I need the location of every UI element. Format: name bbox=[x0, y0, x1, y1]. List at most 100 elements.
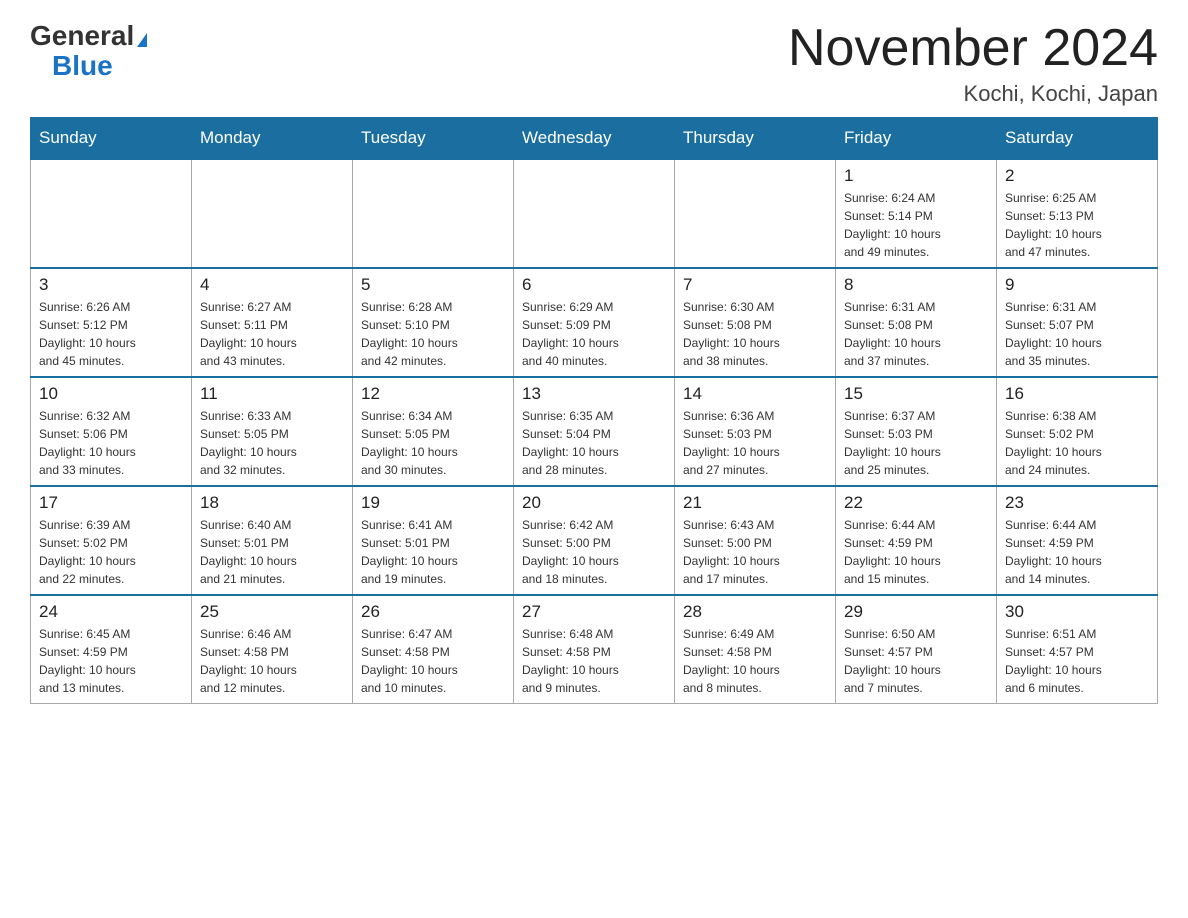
calendar-cell bbox=[192, 159, 353, 268]
calendar-cell: 20Sunrise: 6:42 AM Sunset: 5:00 PM Dayli… bbox=[514, 486, 675, 595]
calendar-table: SundayMondayTuesdayWednesdayThursdayFrid… bbox=[30, 117, 1158, 704]
day-info: Sunrise: 6:40 AM Sunset: 5:01 PM Dayligh… bbox=[200, 516, 344, 588]
calendar-week-row: 24 Sunrise: 6:45 AM Sunset: 4:59 PM Dayli… bbox=[31, 595, 1158, 704]
day-info: Sunrise: 6:26 AM Sunset: 5:12 PM Dayligh… bbox=[39, 298, 183, 370]
calendar-header-sunday: Sunday bbox=[31, 118, 192, 160]
day-info: Sunrise: 6:39 AM Sunset: 5:02 PM Dayligh… bbox=[39, 516, 183, 588]
day-info: Sunrise: 6:30 AM Sunset: 5:08 PM Dayligh… bbox=[683, 298, 827, 370]
calendar-cell bbox=[514, 159, 675, 268]
calendar-cell: 29 Sunrise: 6:50 AM Sunset: 4:57 PM Dayli… bbox=[836, 595, 997, 704]
day-number: 6 bbox=[522, 275, 666, 295]
calendar-cell: 15 Sunrise: 6:37 AM Sunset: 5:03 PM Dayli… bbox=[836, 377, 997, 486]
day-info: Sunrise: 6:24 AM Sunset: 5:14 PM Dayligh… bbox=[844, 189, 988, 261]
day-number: 20 bbox=[522, 493, 666, 513]
day-number: 9 bbox=[1005, 275, 1149, 295]
day-number: 2 bbox=[1005, 166, 1149, 186]
day-number: 29 bbox=[844, 602, 988, 622]
calendar-cell: 26 Sunrise: 6:47 AM Sunset: 4:58 PM Dayli… bbox=[353, 595, 514, 704]
logo-blue-row: Blue bbox=[30, 50, 113, 82]
calendar-cell: 19Sunrise: 6:41 AM Sunset: 5:01 PM Dayli… bbox=[353, 486, 514, 595]
day-info: Sunrise: 6:29 AM Sunset: 5:09 PM Dayligh… bbox=[522, 298, 666, 370]
calendar-cell: 27 Sunrise: 6:48 AM Sunset: 4:58 PM Dayli… bbox=[514, 595, 675, 704]
calendar-week-row: 3 Sunrise: 6:26 AM Sunset: 5:12 PM Daylig… bbox=[31, 268, 1158, 377]
calendar-cell: 12 Sunrise: 6:34 AM Sunset: 5:05 PM Dayli… bbox=[353, 377, 514, 486]
day-number: 18 bbox=[200, 493, 344, 513]
title-section: November 2024 Kochi, Kochi, Japan bbox=[788, 20, 1158, 107]
calendar-week-row: 17 Sunrise: 6:39 AM Sunset: 5:02 PM Dayli… bbox=[31, 486, 1158, 595]
calendar-cell: 10 Sunrise: 6:32 AM Sunset: 5:06 PM Dayli… bbox=[31, 377, 192, 486]
calendar-header-saturday: Saturday bbox=[997, 118, 1158, 160]
calendar-header-wednesday: Wednesday bbox=[514, 118, 675, 160]
calendar-cell bbox=[31, 159, 192, 268]
calendar-cell: 17 Sunrise: 6:39 AM Sunset: 5:02 PM Dayli… bbox=[31, 486, 192, 595]
day-number: 7 bbox=[683, 275, 827, 295]
day-info: Sunrise: 6:51 AM Sunset: 4:57 PM Dayligh… bbox=[1005, 625, 1149, 697]
page-header: General Blue November 2024 Kochi, Kochi,… bbox=[30, 20, 1158, 107]
day-info: Sunrise: 6:44 AM Sunset: 4:59 PM Dayligh… bbox=[844, 516, 988, 588]
calendar-cell: 13Sunrise: 6:35 AM Sunset: 5:04 PM Dayli… bbox=[514, 377, 675, 486]
day-info: Sunrise: 6:37 AM Sunset: 5:03 PM Dayligh… bbox=[844, 407, 988, 479]
day-info: Sunrise: 6:31 AM Sunset: 5:08 PM Dayligh… bbox=[844, 298, 988, 370]
day-number: 12 bbox=[361, 384, 505, 404]
day-number: 21 bbox=[683, 493, 827, 513]
calendar-cell: 7 Sunrise: 6:30 AM Sunset: 5:08 PM Daylig… bbox=[675, 268, 836, 377]
day-number: 8 bbox=[844, 275, 988, 295]
day-info: Sunrise: 6:34 AM Sunset: 5:05 PM Dayligh… bbox=[361, 407, 505, 479]
calendar-cell: 4 Sunrise: 6:27 AM Sunset: 5:11 PM Daylig… bbox=[192, 268, 353, 377]
calendar-week-row: 10 Sunrise: 6:32 AM Sunset: 5:06 PM Dayli… bbox=[31, 377, 1158, 486]
calendar-cell: 6 Sunrise: 6:29 AM Sunset: 5:09 PM Daylig… bbox=[514, 268, 675, 377]
day-number: 26 bbox=[361, 602, 505, 622]
calendar-cell: 9 Sunrise: 6:31 AM Sunset: 5:07 PM Daylig… bbox=[997, 268, 1158, 377]
logo-triangle-icon bbox=[137, 33, 147, 47]
day-number: 30 bbox=[1005, 602, 1149, 622]
location: Kochi, Kochi, Japan bbox=[788, 81, 1158, 107]
day-number: 3 bbox=[39, 275, 183, 295]
day-info: Sunrise: 6:43 AM Sunset: 5:00 PM Dayligh… bbox=[683, 516, 827, 588]
day-number: 25 bbox=[200, 602, 344, 622]
day-number: 1 bbox=[844, 166, 988, 186]
day-info: Sunrise: 6:32 AM Sunset: 5:06 PM Dayligh… bbox=[39, 407, 183, 479]
logo-blue-text: Blue bbox=[52, 50, 113, 81]
calendar-header-tuesday: Tuesday bbox=[353, 118, 514, 160]
day-info: Sunrise: 6:38 AM Sunset: 5:02 PM Dayligh… bbox=[1005, 407, 1149, 479]
calendar-cell: 2Sunrise: 6:25 AM Sunset: 5:13 PM Daylig… bbox=[997, 159, 1158, 268]
calendar-cell bbox=[353, 159, 514, 268]
calendar-cell: 23 Sunrise: 6:44 AM Sunset: 4:59 PM Dayli… bbox=[997, 486, 1158, 595]
logo-general-row: General bbox=[30, 20, 147, 52]
day-number: 4 bbox=[200, 275, 344, 295]
logo-general-text: General bbox=[30, 20, 134, 51]
calendar-header-monday: Monday bbox=[192, 118, 353, 160]
day-number: 23 bbox=[1005, 493, 1149, 513]
day-number: 24 bbox=[39, 602, 183, 622]
day-number: 19 bbox=[361, 493, 505, 513]
calendar-cell: 22 Sunrise: 6:44 AM Sunset: 4:59 PM Dayli… bbox=[836, 486, 997, 595]
calendar-header-row: SundayMondayTuesdayWednesdayThursdayFrid… bbox=[31, 118, 1158, 160]
calendar-cell: 14Sunrise: 6:36 AM Sunset: 5:03 PM Dayli… bbox=[675, 377, 836, 486]
day-info: Sunrise: 6:46 AM Sunset: 4:58 PM Dayligh… bbox=[200, 625, 344, 697]
day-info: Sunrise: 6:48 AM Sunset: 4:58 PM Dayligh… bbox=[522, 625, 666, 697]
logo: General Blue bbox=[30, 20, 147, 82]
day-info: Sunrise: 6:44 AM Sunset: 4:59 PM Dayligh… bbox=[1005, 516, 1149, 588]
calendar-cell: 25 Sunrise: 6:46 AM Sunset: 4:58 PM Dayli… bbox=[192, 595, 353, 704]
calendar-header-thursday: Thursday bbox=[675, 118, 836, 160]
day-info: Sunrise: 6:49 AM Sunset: 4:58 PM Dayligh… bbox=[683, 625, 827, 697]
day-number: 17 bbox=[39, 493, 183, 513]
calendar-header-friday: Friday bbox=[836, 118, 997, 160]
day-info: Sunrise: 6:31 AM Sunset: 5:07 PM Dayligh… bbox=[1005, 298, 1149, 370]
day-info: Sunrise: 6:45 AM Sunset: 4:59 PM Dayligh… bbox=[39, 625, 183, 697]
calendar-cell: 11Sunrise: 6:33 AM Sunset: 5:05 PM Dayli… bbox=[192, 377, 353, 486]
calendar-week-row: 1 Sunrise: 6:24 AM Sunset: 5:14 PM Daylig… bbox=[31, 159, 1158, 268]
calendar-cell: 1 Sunrise: 6:24 AM Sunset: 5:14 PM Daylig… bbox=[836, 159, 997, 268]
day-number: 15 bbox=[844, 384, 988, 404]
day-number: 10 bbox=[39, 384, 183, 404]
day-number: 22 bbox=[844, 493, 988, 513]
calendar-cell: 30 Sunrise: 6:51 AM Sunset: 4:57 PM Dayli… bbox=[997, 595, 1158, 704]
day-number: 16 bbox=[1005, 384, 1149, 404]
day-info: Sunrise: 6:50 AM Sunset: 4:57 PM Dayligh… bbox=[844, 625, 988, 697]
day-info: Sunrise: 6:27 AM Sunset: 5:11 PM Dayligh… bbox=[200, 298, 344, 370]
calendar-cell: 21 Sunrise: 6:43 AM Sunset: 5:00 PM Dayli… bbox=[675, 486, 836, 595]
day-number: 28 bbox=[683, 602, 827, 622]
day-info: Sunrise: 6:47 AM Sunset: 4:58 PM Dayligh… bbox=[361, 625, 505, 697]
day-number: 27 bbox=[522, 602, 666, 622]
calendar-cell: 16 Sunrise: 6:38 AM Sunset: 5:02 PM Dayli… bbox=[997, 377, 1158, 486]
